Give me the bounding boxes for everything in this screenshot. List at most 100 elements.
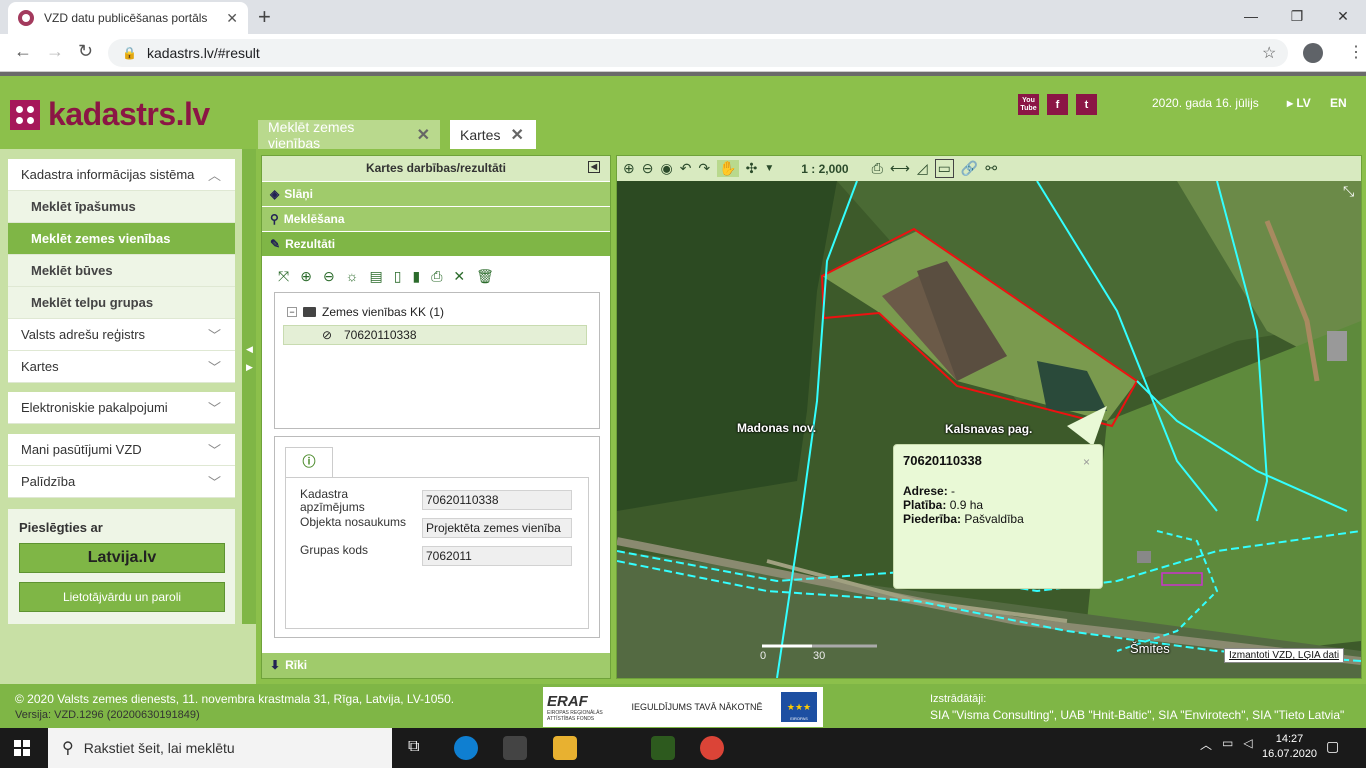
sidebar-item-orders[interactable]: Mani pasūtījumi VZD ﹀	[8, 434, 235, 466]
sidebar-item-search-land-units[interactable]: Meklēt zemes vienības	[8, 223, 235, 255]
redo-icon[interactable]: ↷	[698, 160, 710, 177]
sidebar-collapse-handle[interactable]: ◀ ▶	[242, 149, 256, 624]
sidebar-item-label: Kadastra informācijas sistēma	[21, 167, 195, 182]
clock-date: 16.07.2020	[1262, 748, 1318, 760]
tab-maps[interactable]: Kartes ✕	[450, 120, 536, 149]
browser-tabbar: VZD datu publicēšanas portāls ✕ + — ❐ ✕	[0, 0, 1366, 34]
search-icon: ⚲	[62, 740, 74, 757]
select-icon[interactable]: ✣	[746, 160, 758, 177]
zoom-in-icon[interactable]: ⊕	[300, 268, 312, 285]
sidebar-item-address-register[interactable]: Valsts adrešu reģistrs ﹀	[8, 319, 235, 351]
chevron-down-icon: ﹀	[207, 475, 221, 490]
tab-search-land-units[interactable]: Meklēt zemes vienības ✕	[258, 118, 440, 151]
url-field[interactable]: 🔒 kadastrs.lv/#result	[108, 39, 1288, 67]
sidebar-item-search-properties[interactable]: Meklēt īpašumus	[8, 191, 235, 223]
print-icon[interactable]: ⎙	[431, 268, 442, 285]
fullscreen-icon[interactable]: ⤡	[1343, 183, 1354, 200]
tab-label: Meklēt zemes vienības	[268, 118, 355, 151]
accordion-layers[interactable]: ◈ Slāņi	[262, 181, 610, 206]
accordion-tools[interactable]: ⬇ Rīki	[262, 653, 610, 678]
maximize-icon[interactable]: ❐	[1274, 0, 1320, 34]
sidebar-item-search-buildings[interactable]: Meklēt būves	[8, 255, 235, 287]
sidebar-item-search-premises[interactable]: Meklēt telpu grupas	[8, 287, 235, 319]
map-scale[interactable]: 1 : 2,000	[801, 162, 848, 176]
tray-arrow-icon[interactable]: ︿	[1200, 736, 1212, 753]
open-folder-icon[interactable]: ▤	[370, 268, 383, 285]
close-window-icon[interactable]: ✕	[1320, 0, 1366, 34]
browser-tab-title: VZD datu publicēšanas portāls	[44, 11, 208, 25]
edge-icon[interactable]	[454, 736, 478, 760]
windows-start-icon[interactable]	[14, 740, 30, 756]
volume-icon[interactable]: ◁	[1243, 736, 1252, 753]
accordion-results[interactable]: ✎ Rezultāti	[262, 231, 610, 256]
clear-icon[interactable]: ✕	[453, 268, 465, 285]
forward-icon[interactable]: →	[46, 41, 64, 62]
footer: © 2020 Valsts zemes dienests, 11. novemb…	[0, 684, 1366, 728]
lang-lv-link[interactable]: ▸ LV	[1287, 96, 1311, 110]
layers-link-icon[interactable]: ⚯	[985, 160, 997, 177]
collapse-panel-icon[interactable]: ◀	[588, 161, 600, 173]
close-tab-icon[interactable]: ✕	[226, 10, 238, 27]
map-canvas[interactable]: 0 30 Madonas nov. Kalsnavas pag. Šmites …	[617, 181, 1361, 678]
chevron-down-icon: ﹀	[207, 360, 221, 375]
network-icon[interactable]: ▭	[1222, 736, 1233, 753]
map-credit-link[interactable]: Izmantoti VZD, LĢIA dati	[1224, 648, 1345, 663]
browser-menu-icon[interactable]: ⋮	[1348, 42, 1364, 62]
password-login-button[interactable]: Lietotājvārdu un paroli	[19, 582, 225, 612]
sidebar-item-eservices[interactable]: Elektroniskie pakalpojumi ﹀	[8, 392, 235, 424]
latvija-login-button[interactable]: Latvija.lv	[19, 543, 225, 573]
eraf-text: ERAF	[547, 692, 588, 710]
browser-tab[interactable]: VZD datu publicēšanas portāls ✕	[8, 2, 248, 34]
new-tab-button[interactable]: +	[258, 4, 271, 30]
tree-item[interactable]: ⊘ 70620110338	[283, 325, 587, 345]
measure-area-icon[interactable]: ◿	[917, 160, 928, 177]
profile-icon[interactable]	[1303, 43, 1323, 63]
eraf-slogan: IEGULDĪJUMS TAVĀ NĀKOTNĒ	[631, 702, 763, 712]
panel-header: Kartes darbības/rezultāti ◀	[262, 156, 610, 181]
info-bubble-icon[interactable]: ▭	[934, 159, 954, 178]
task-view-icon[interactable]: ⧉	[408, 738, 419, 756]
sidebar-item-help[interactable]: Palīdzība ﹀	[8, 466, 235, 498]
close-icon[interactable]: ✕	[510, 125, 523, 145]
close-icon[interactable]: ✕	[417, 125, 430, 145]
reload-icon[interactable]: ↻	[78, 41, 93, 62]
file-explorer-icon[interactable]	[553, 736, 577, 760]
accordion-search[interactable]: ⚲ Meklēšana	[262, 206, 610, 231]
zoom-in-icon[interactable]: ⊕	[623, 160, 635, 177]
facebook-icon[interactable]: f	[1047, 94, 1068, 115]
link-icon[interactable]: 🔗	[961, 160, 978, 177]
chrome-icon[interactable]	[700, 736, 724, 760]
youtube-icon[interactable]: You Tube	[1018, 94, 1039, 115]
tree-group[interactable]: − Zemes vienības KK (1)	[287, 305, 444, 319]
zoom-out-icon[interactable]: ⊖	[642, 160, 654, 177]
notifications-icon[interactable]: ▢	[1326, 738, 1339, 755]
pan-hand-icon[interactable]: ✋	[717, 160, 739, 177]
store-icon[interactable]	[503, 736, 527, 760]
zoom-extent-icon[interactable]: ⤧	[278, 268, 289, 285]
kadastrs-logo[interactable]: kadastrs.lv	[10, 96, 210, 133]
globe-icon[interactable]: ◉	[660, 160, 672, 177]
measure-length-icon[interactable]: ⟷	[890, 160, 910, 177]
undo-icon[interactable]: ↶	[680, 160, 692, 177]
export-document-icon[interactable]: ▮	[412, 268, 420, 285]
back-icon[interactable]: ←	[14, 41, 32, 62]
print-icon[interactable]: ⎙	[872, 160, 883, 177]
popup-close-icon[interactable]: ×	[1083, 455, 1090, 469]
dropdown-icon[interactable]: ▼	[764, 163, 774, 174]
document-icon[interactable]: ▯	[394, 268, 402, 285]
taskbar-search[interactable]: ⚲ Rakstiet šeit, lai meklētu	[48, 728, 392, 768]
footer-copyright: © 2020 Valsts zemes dienests, 11. novemb…	[15, 692, 455, 706]
minimize-icon[interactable]: —	[1228, 0, 1274, 34]
lang-en-link[interactable]: EN	[1330, 96, 1347, 110]
app-icon[interactable]	[651, 736, 675, 760]
bookmark-star-icon[interactable]: ☆	[1262, 43, 1276, 63]
sidebar-item-maps[interactable]: Kartes ﹀	[8, 351, 235, 383]
zoom-out-icon[interactable]: ⊖	[323, 268, 335, 285]
sidebar-item-kis[interactable]: Kadastra informācijas sistēma ︿	[8, 159, 235, 191]
collapse-tree-icon[interactable]: −	[287, 307, 297, 317]
info-tab[interactable]: ⓘ	[285, 447, 333, 477]
trash-icon[interactable]: 🗑	[476, 268, 494, 285]
highlight-icon[interactable]: ☼	[346, 268, 359, 285]
taskbar-clock[interactable]: 14:27 16.07.2020	[1262, 732, 1317, 762]
twitter-icon[interactable]: t	[1076, 94, 1097, 115]
